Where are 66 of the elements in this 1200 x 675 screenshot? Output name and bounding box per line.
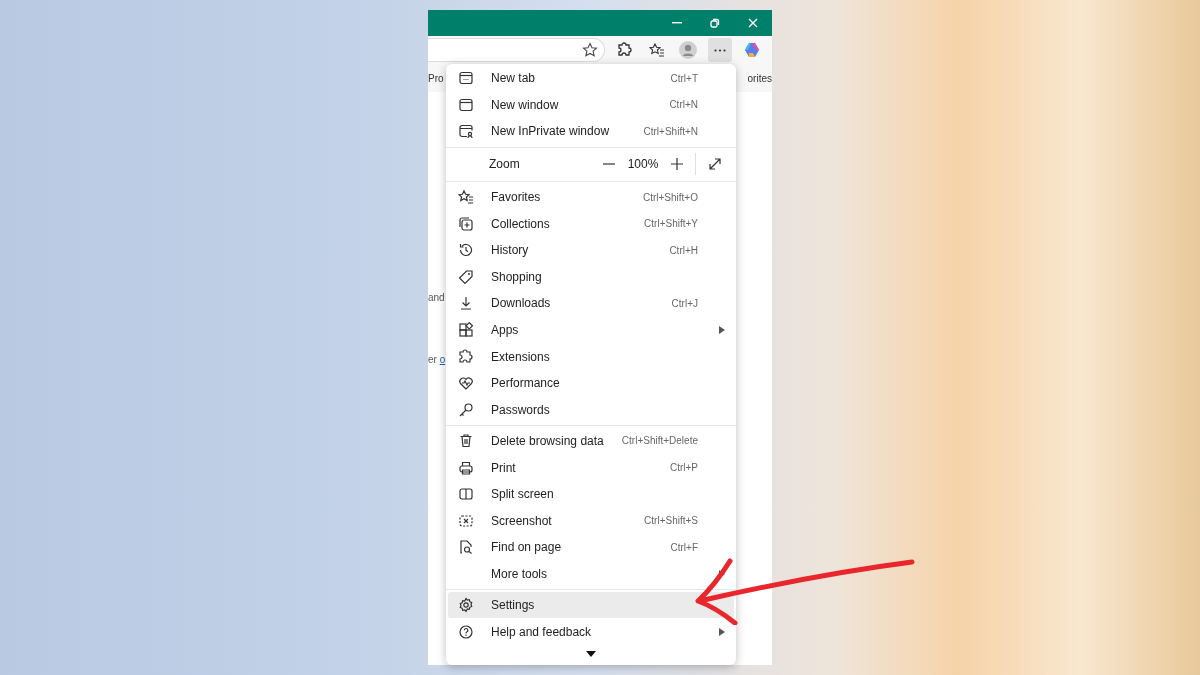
help-icon	[458, 623, 474, 640]
tag-icon	[458, 268, 474, 285]
menu-item[interactable]: Apps	[448, 316, 734, 344]
puzzle-icon	[458, 348, 474, 365]
shortcut-text: Ctrl+T	[670, 71, 698, 86]
shortcut-text: Ctrl+Shift+Y	[644, 217, 698, 232]
screenshot-icon	[458, 512, 474, 529]
shortcut-text: Ctrl+Shift+N	[643, 125, 698, 139]
zoom-level: 100%	[626, 156, 660, 174]
menu-item[interactable]: Settings	[448, 591, 734, 619]
menu-item[interactable]: Find on page Ctrl+F	[448, 534, 734, 561]
shortcut-text: Ctrl+Shift+O	[642, 190, 698, 205]
menu-item[interactable]: New window Ctrl+N	[448, 91, 734, 119]
apps-icon	[458, 322, 474, 339]
menu-item[interactable]: Screenshot Ctrl+Shift+S	[448, 507, 734, 534]
shortcut-text: Ctrl+Shift+Delete	[621, 434, 698, 449]
page-link[interactable]: o	[439, 354, 446, 365]
menu-item[interactable]: New InPrivate window Ctrl+Shift+N	[448, 118, 734, 145]
menu-item[interactable]: New tab Ctrl+T	[448, 65, 734, 92]
download-icon	[458, 295, 474, 312]
page-text: er	[428, 354, 438, 365]
printer-icon	[458, 459, 474, 476]
history-icon	[458, 242, 474, 259]
more-icon	[714, 48, 727, 52]
window-icon	[458, 96, 474, 113]
shortcut-text: Ctrl+J	[671, 296, 698, 311]
menu-item[interactable]: Downloads Ctrl+J	[448, 290, 734, 317]
find-icon	[458, 539, 474, 556]
expand-icon	[708, 157, 722, 172]
minimize-icon	[672, 22, 682, 24]
heartbeat-icon	[458, 375, 474, 392]
more-menu-button[interactable]	[708, 38, 733, 62]
favorites-bar-item[interactable]: orites	[747, 70, 772, 86]
new-tab-icon	[458, 70, 474, 87]
menu-item[interactable]: Help and feedback	[448, 618, 734, 645]
shortcut-text: Ctrl+P	[669, 461, 698, 475]
menu-item[interactable]: Passwords	[448, 396, 734, 424]
favorites-icon	[458, 189, 474, 206]
private-window-icon	[458, 123, 474, 140]
menu-item[interactable]: History Ctrl+H	[448, 236, 734, 264]
collections-icon	[458, 215, 474, 232]
scroll-down-icon[interactable]	[586, 650, 596, 657]
shortcut-text: Ctrl+H	[669, 243, 698, 258]
menu-item[interactable]: Favorites Ctrl+Shift+O	[448, 183, 734, 211]
shortcut-text: Ctrl+N	[669, 98, 698, 113]
close-icon	[748, 18, 758, 28]
menu-item[interactable]: Split screen	[448, 480, 734, 508]
plus-icon	[671, 158, 683, 171]
menu-item-label: Zoom	[489, 156, 521, 174]
key-icon	[458, 401, 474, 418]
shortcut-text: Ctrl+F	[670, 540, 698, 555]
menu-item[interactable]: Shopping	[448, 263, 734, 291]
page-text: and	[428, 292, 445, 303]
split-screen-icon	[458, 486, 474, 503]
menu-item[interactable]: Collections Ctrl+Shift+Y	[448, 210, 734, 237]
favorites-bar-item[interactable]: Pro	[428, 70, 444, 86]
star-icon[interactable]	[581, 42, 598, 58]
address-field[interactable]	[428, 38, 605, 62]
trash-icon	[458, 432, 474, 449]
menu-item[interactable]: Print Ctrl+P	[448, 454, 734, 481]
restore-icon	[710, 18, 720, 28]
settings-icon	[458, 597, 474, 613]
shortcut-text: Ctrl+Shift+S	[644, 514, 698, 529]
menu-item[interactable]: Extensions	[448, 343, 734, 370]
menu-item[interactable]: Delete browsing data Ctrl+Shift+Delete	[448, 427, 734, 455]
menu-item[interactable]: Performance	[448, 369, 734, 397]
